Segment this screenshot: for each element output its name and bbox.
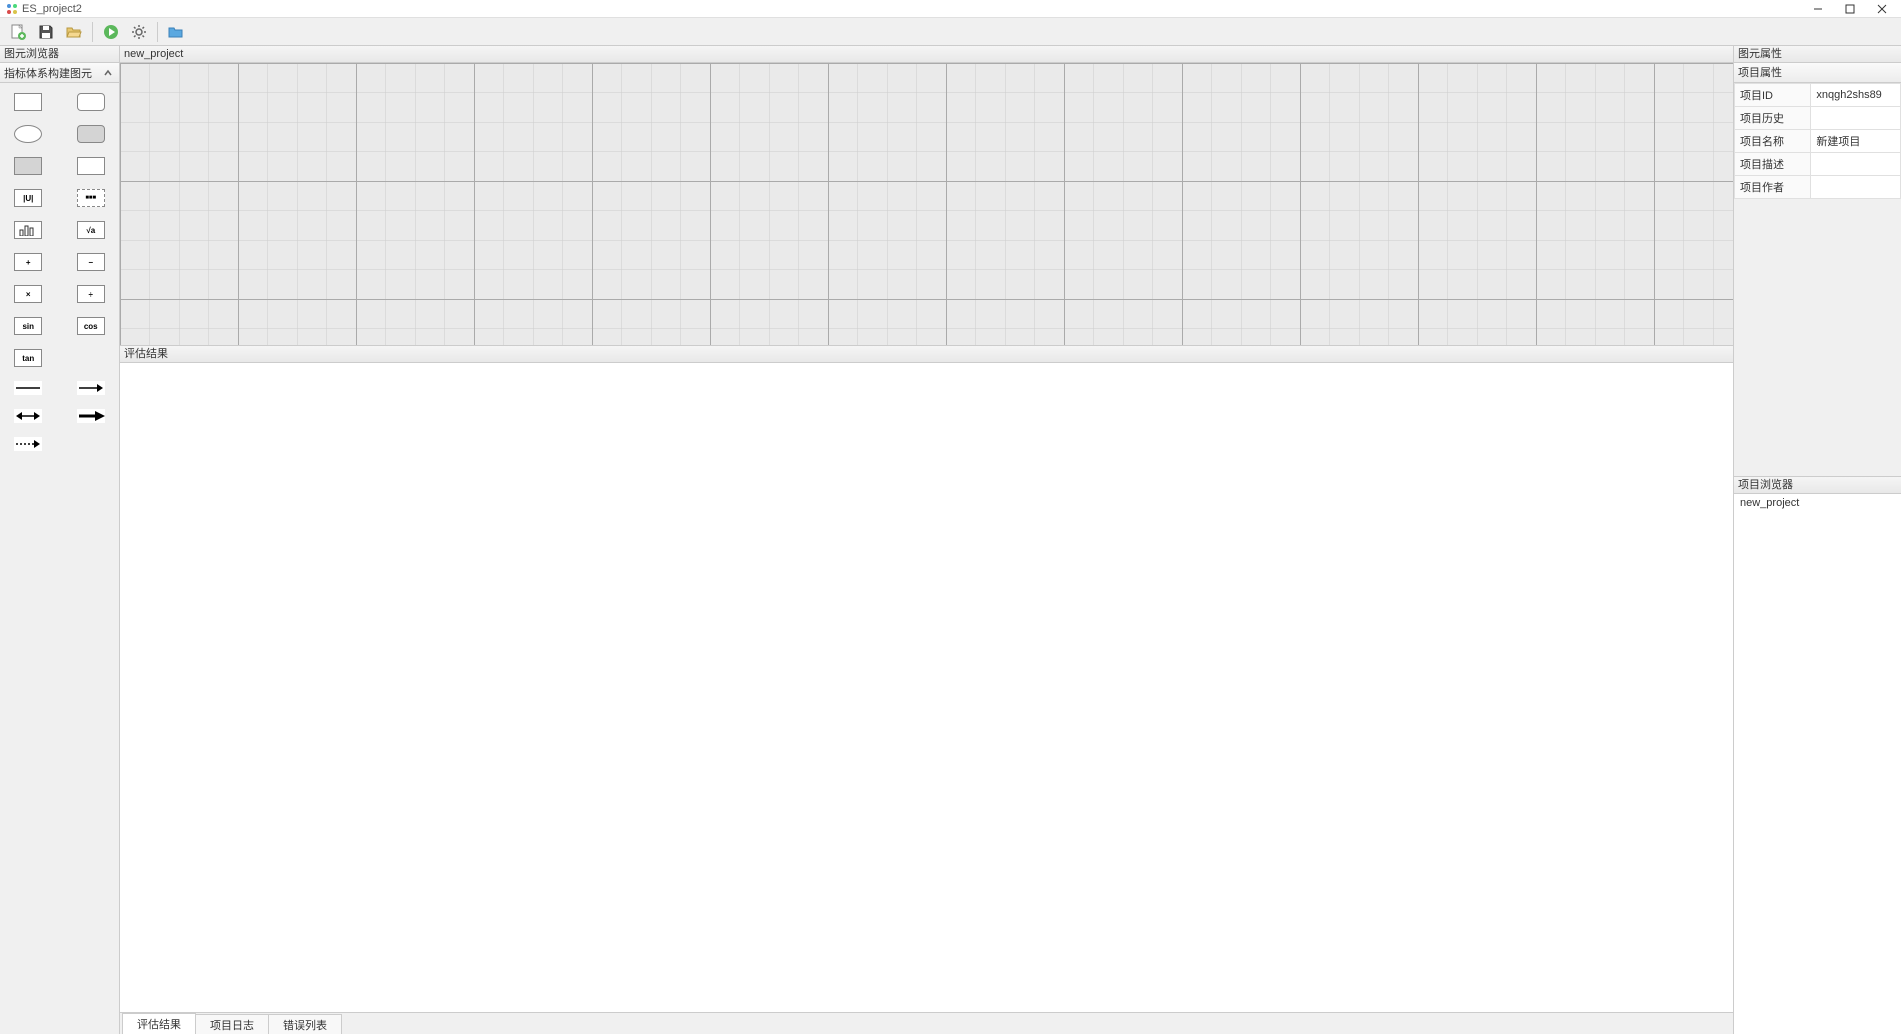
tab-error-list[interactable]: 错误列表 (268, 1014, 342, 1034)
filled-rect-shape[interactable] (14, 157, 42, 175)
chevron-up-icon (101, 66, 115, 80)
ellipse-shape[interactable] (14, 125, 42, 143)
sqrt-shape[interactable]: √a (77, 221, 105, 239)
arrow-right-shape[interactable] (77, 381, 105, 395)
prop-row-desc: 项目描述 (1735, 153, 1901, 176)
center-panel: new_project 评估结果 评估结果 项目日志 错误列表 (120, 46, 1733, 1034)
tan-shape[interactable]: tan (14, 349, 42, 367)
dashed-arrow-shape[interactable] (14, 437, 42, 451)
outline-rect-shape[interactable] (77, 157, 105, 175)
tab-eval-results[interactable]: 评估结果 (122, 1013, 196, 1034)
multiply-shape[interactable]: × (14, 285, 42, 303)
properties-blank (1734, 199, 1901, 476)
maximize-icon[interactable] (1843, 2, 1857, 16)
properties-table: 项目ID xnqgh2shs89 项目历史 项目名称 新建项目 项目描述 (1734, 83, 1901, 199)
bar-chart-shape[interactable] (14, 221, 42, 239)
prop-history-label: 项目历史 (1735, 107, 1811, 130)
prop-row-author: 项目作者 (1735, 176, 1901, 199)
element-browser-header: 图元浏览器 (0, 46, 119, 63)
prop-history-value[interactable] (1811, 107, 1901, 130)
window-controls (1811, 2, 1889, 16)
project-item[interactable]: new_project (1734, 494, 1901, 512)
abs-value-shape[interactable]: |U| (14, 189, 42, 207)
double-arrow-shape[interactable] (14, 409, 42, 423)
titlebar: ES_project2 (0, 0, 1901, 18)
prop-name-label: 项目名称 (1735, 130, 1811, 153)
thick-arrow-shape[interactable] (77, 409, 105, 423)
tab-project-log[interactable]: 项目日志 (195, 1014, 269, 1034)
prop-desc-value[interactable] (1811, 153, 1901, 176)
project-props-subheader: 项目属性 (1734, 63, 1901, 83)
prop-row-id: 项目ID xnqgh2shs89 (1735, 84, 1901, 107)
line-shape[interactable] (14, 381, 42, 395)
toolbar-separator (157, 22, 158, 42)
minus-shape[interactable]: − (77, 253, 105, 271)
filled-rounded-shape[interactable] (77, 125, 105, 143)
prop-id-value[interactable]: xnqgh2shs89 (1811, 84, 1901, 107)
prop-row-name: 项目名称 新建项目 (1735, 130, 1901, 153)
prop-name-value[interactable]: 新建项目 (1811, 130, 1901, 153)
bottom-tabs: 评估结果 项目日志 错误列表 (120, 1012, 1733, 1034)
cos-shape[interactable]: cos (77, 317, 105, 335)
properties-upper: 图元属性 项目属性 项目ID xnqgh2shs89 项目历史 项目名称 新建项… (1734, 46, 1901, 476)
blue-folder-button[interactable] (164, 20, 188, 44)
plus-shape[interactable]: + (14, 253, 42, 271)
shape-spacer (77, 349, 105, 367)
minimize-icon[interactable] (1811, 2, 1825, 16)
canvas-tab[interactable]: new_project (120, 46, 1733, 63)
main-toolbar (0, 18, 1901, 46)
element-props-header: 图元属性 (1734, 46, 1901, 63)
project-browser: 项目浏览器 new_project (1734, 476, 1901, 1034)
run-button[interactable] (99, 20, 123, 44)
divide-shape[interactable]: ÷ (77, 285, 105, 303)
main-area: 图元浏览器 指标体系构建图元 |U| ■■■ √a + − × (0, 46, 1901, 1034)
settings-button[interactable] (127, 20, 151, 44)
prop-row-history: 项目历史 (1735, 107, 1901, 130)
toolbar-separator (92, 22, 93, 42)
window-title: ES_project2 (22, 3, 82, 15)
save-button[interactable] (34, 20, 58, 44)
new-file-button[interactable] (6, 20, 30, 44)
element-browser-panel: 图元浏览器 指标体系构建图元 |U| ■■■ √a + − × (0, 46, 120, 1034)
titlebar-left: ES_project2 (6, 3, 82, 15)
open-folder-button[interactable] (62, 20, 86, 44)
app-icon (6, 3, 18, 15)
rect-shape[interactable] (14, 93, 42, 111)
results-header: 评估结果 (120, 346, 1733, 363)
project-browser-header: 项目浏览器 (1734, 477, 1901, 494)
application-window: ES_project2 图元浏 (0, 0, 1901, 1034)
shape-palette: |U| ■■■ √a + − × ÷ sin cos tan (0, 83, 119, 461)
prop-author-label: 项目作者 (1735, 176, 1811, 199)
sin-shape[interactable]: sin (14, 317, 42, 335)
properties-panel: 图元属性 项目属性 项目ID xnqgh2shs89 项目历史 项目名称 新建项… (1733, 46, 1901, 1034)
shape-category-label: 指标体系构建图元 (4, 65, 92, 81)
rounded-rect-shape[interactable] (77, 93, 105, 111)
prop-id-label: 项目ID (1735, 84, 1811, 107)
prop-author-value[interactable] (1811, 176, 1901, 199)
results-body (120, 363, 1733, 1012)
grid-canvas[interactable] (120, 63, 1733, 345)
project-list: new_project (1734, 494, 1901, 1034)
canvas-area[interactable] (120, 63, 1733, 346)
prop-desc-label: 项目描述 (1735, 153, 1811, 176)
close-icon[interactable] (1875, 2, 1889, 16)
dashed-box-shape[interactable]: ■■■ (77, 189, 105, 207)
shape-category-header[interactable]: 指标体系构建图元 (0, 63, 119, 83)
